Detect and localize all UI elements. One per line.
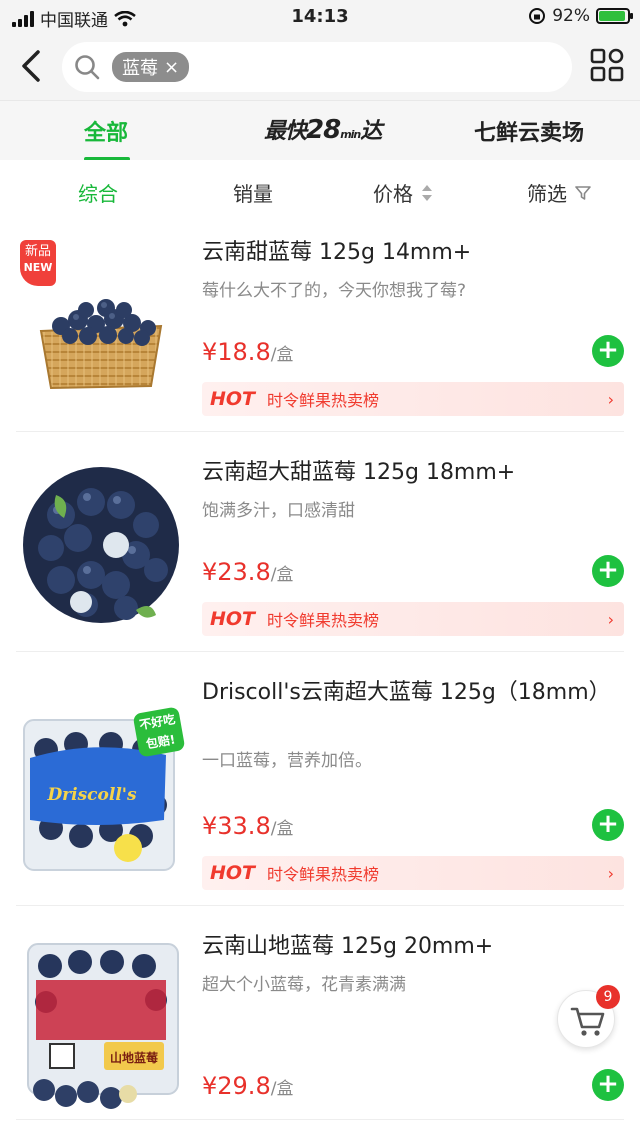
battery-icon	[596, 8, 633, 24]
new-badge-text: 新品	[24, 244, 51, 259]
sort-bar: 综合 销量 价格 筛选	[0, 160, 640, 220]
search-input[interactable]: 蓝莓 ×	[62, 42, 572, 92]
hot-ranking-bar[interactable]: HOT 时令鲜果热卖榜 ›	[202, 856, 624, 890]
brand-label: Driscoll's	[46, 785, 137, 805]
add-to-cart-button[interactable]: +	[592, 555, 624, 587]
sort-filter[interactable]: 筛选	[527, 178, 591, 207]
pack-label: 山地蓝莓	[110, 1050, 158, 1065]
price-value: ¥18.8	[202, 338, 271, 366]
channel-tabs: 全部 最快28min达 七鲜云卖场	[0, 100, 640, 161]
product-card[interactable]: 山地蓝莓 云南山地蓝莓 125g 20mm+ 超大个小蓝莓，花青素满满 ¥29.…	[0, 906, 640, 1120]
product-title[interactable]: 云南山地蓝莓 125g 20mm+	[202, 932, 620, 962]
new-product-badge: 新品 NEW	[20, 240, 56, 286]
hot-ranking-bar[interactable]: HOT 时令鲜果热卖榜 ›	[202, 602, 624, 636]
clear-keyword-icon[interactable]: ×	[164, 57, 179, 78]
sort-comprehensive[interactable]: 综合	[78, 178, 118, 207]
product-price: ¥18.8/盒	[202, 338, 293, 366]
tab-fast-end: 达	[360, 119, 382, 144]
product-subtitle: 一口蓝莓，营养加倍。	[202, 751, 372, 771]
tab-fast-main: 最快	[264, 119, 307, 144]
sort-price-label: 价格	[373, 182, 413, 206]
battery-percent: 92%	[552, 6, 590, 26]
sort-sales[interactable]: 销量	[233, 178, 273, 207]
product-card[interactable]: 新品 NEW 云南甜蓝莓 125g 14mm+ 莓什么大不了的，今天你想我了莓?…	[0, 220, 640, 432]
hot-ranking-text: 时令鲜果热卖榜	[267, 391, 380, 410]
product-image[interactable]: 山地蓝莓	[16, 940, 186, 1110]
search-keyword: 蓝莓	[122, 58, 158, 79]
price-unit: /盒	[270, 1079, 294, 1099]
chevron-right-icon: ›	[607, 609, 614, 629]
add-to-cart-button[interactable]: +	[592, 809, 624, 841]
floating-cart-button[interactable]: 9	[557, 985, 620, 1048]
product-subtitle: 饱满多汁，口感清甜	[202, 501, 355, 521]
product-subtitle: 超大个小蓝莓，花青素满满	[202, 975, 406, 995]
product-price: ¥29.8/盒	[202, 1072, 293, 1100]
product-card[interactable]: 云南超大甜蓝莓 125g 18mm+ 饱满多汁，口感清甜 ¥23.8/盒 + H…	[0, 432, 640, 652]
back-icon[interactable]	[16, 48, 48, 84]
tab-all[interactable]: 全部	[84, 115, 128, 147]
tab-cloud-market[interactable]: 七鲜云卖场	[474, 115, 584, 147]
price-unit: /盒	[270, 345, 294, 365]
sticker-text: 不好吃包赔!	[138, 712, 177, 752]
product-card[interactable]: Driscoll's 不好吃包赔! Driscoll's云南超大蓝莓 125g（…	[0, 652, 640, 906]
hot-ranking-bar[interactable]: HOT 时令鲜果热卖榜 ›	[202, 382, 624, 416]
tab-fast-unit: min	[340, 128, 361, 141]
status-bar: 中国联通 14:13 92%	[0, 0, 640, 34]
cart-count-badge: 9	[596, 985, 620, 1009]
sort-filter-label: 筛选	[527, 182, 567, 206]
new-badge-en: NEW	[23, 261, 53, 274]
product-title[interactable]: Driscoll's云南超大蓝莓 125g（18mm）	[202, 678, 620, 708]
hot-ranking-text: 时令鲜果热卖榜	[267, 865, 380, 884]
chevron-right-icon: ›	[607, 389, 614, 409]
chevron-right-icon: ›	[607, 863, 614, 883]
tab-fast-number: 28	[306, 115, 341, 145]
product-title[interactable]: 云南超大甜蓝莓 125g 18mm+	[202, 458, 620, 488]
search-icon	[75, 55, 100, 80]
hot-tag: HOT	[210, 388, 256, 410]
search-header: 蓝莓 ×	[0, 34, 640, 100]
product-price: ¥23.8/盒	[202, 558, 293, 586]
product-title[interactable]: 云南甜蓝莓 125g 14mm+	[202, 238, 620, 268]
sort-price[interactable]: 价格	[373, 178, 433, 207]
product-price: ¥33.8/盒	[202, 812, 293, 840]
grid-view-icon[interactable]	[590, 48, 624, 82]
status-right: 92%	[528, 6, 633, 26]
add-to-cart-button[interactable]: +	[592, 335, 624, 367]
hot-ranking-text: 时令鲜果热卖榜	[267, 611, 380, 630]
price-value: ¥29.8	[202, 1072, 271, 1100]
search-keyword-chip[interactable]: 蓝莓 ×	[112, 52, 190, 82]
filter-icon	[575, 185, 591, 200]
orientation-lock-icon	[529, 8, 546, 24]
sort-arrows-icon	[422, 184, 432, 201]
price-unit: /盒	[270, 819, 294, 839]
guarantee-sticker: 不好吃包赔!	[132, 706, 186, 758]
divider	[16, 1119, 624, 1120]
price-value: ¥33.8	[202, 812, 271, 840]
product-image[interactable]	[16, 460, 186, 630]
price-unit: /盒	[270, 565, 294, 585]
hot-tag: HOT	[210, 862, 256, 884]
tab-fastest-delivery[interactable]: 最快28min达	[264, 113, 382, 145]
add-to-cart-button[interactable]: +	[592, 1069, 624, 1101]
hot-tag: HOT	[210, 608, 256, 630]
product-subtitle: 莓什么大不了的，今天你想我了莓?	[202, 281, 467, 301]
price-value: ¥23.8	[202, 558, 271, 586]
